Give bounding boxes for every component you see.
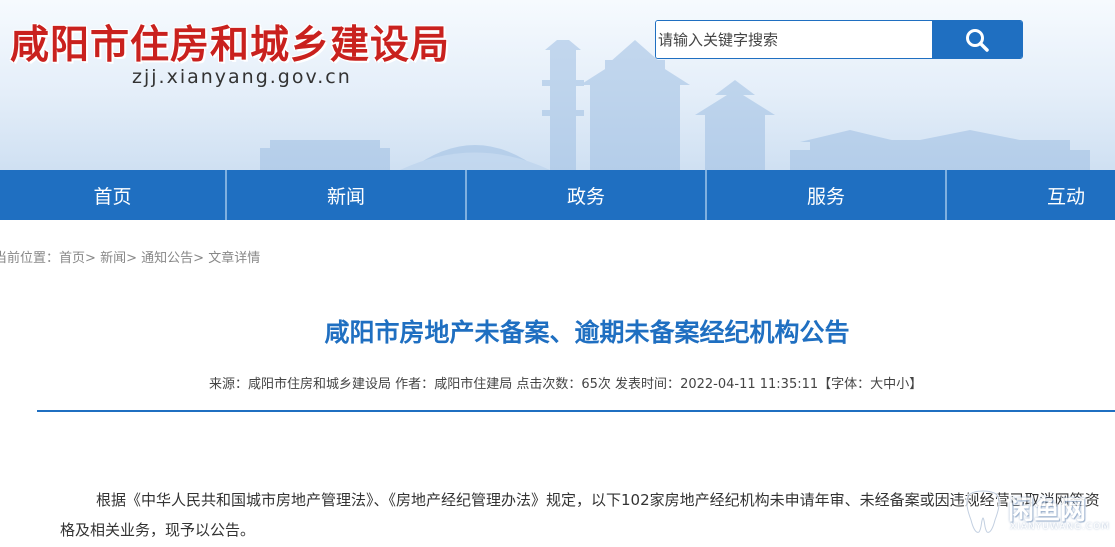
breadcrumb-item-news[interactable]: 新闻	[100, 251, 126, 266]
nav-item-home[interactable]: 首页	[0, 170, 227, 220]
breadcrumb-separator: >	[193, 251, 205, 266]
meta-source: 咸阳市住房和城乡建设局	[248, 377, 392, 392]
meta-font-end: 】	[909, 377, 923, 392]
font-size-large-button[interactable]: 大	[870, 377, 883, 392]
breadcrumb-item-current: 文章详情	[208, 251, 261, 266]
nav-item-affairs[interactable]: 政务	[467, 170, 707, 220]
watermark: 闲鱼网 XIANYUWANG.COM	[962, 488, 1112, 538]
nav-item-services[interactable]: 服务	[707, 170, 947, 220]
meta-views-label: 点击次数：	[516, 377, 582, 392]
article-body: 根据《中华人民共和国城市房地产管理法》、《房地产经纪管理办法》规定，以下102家…	[60, 491, 1100, 539]
breadcrumb-separator: >	[126, 251, 137, 266]
meta-font-label: 【字体：	[818, 377, 871, 392]
site-header: 咸阳市住房和城乡建设局 zjj.xianyang.gov.cn	[0, 0, 1115, 170]
search-button[interactable]	[932, 21, 1022, 58]
nav-item-interaction[interactable]: 互动	[947, 170, 1115, 220]
article-meta: 来源：咸阳市住房和城乡建设局 作者：咸阳市住建局 点击次数：65次 发表时间：2…	[209, 373, 922, 392]
meta-views: 65次	[581, 377, 611, 392]
main-nav: 首页 新闻 政务 服务 互动	[0, 170, 1115, 220]
meta-author: 咸阳市住建局	[434, 377, 513, 392]
breadcrumb-item-home[interactable]: 首页	[59, 251, 85, 266]
search-box	[655, 20, 1023, 59]
breadcrumb: 当前位置：首页> 新闻> 通知公告> 文章详情	[0, 247, 260, 266]
breadcrumb-item-notices[interactable]: 通知公告	[141, 251, 193, 266]
search-icon	[966, 28, 989, 52]
search-input[interactable]	[656, 21, 932, 58]
title-divider	[37, 410, 1115, 412]
tooth-logo-icon	[965, 489, 1001, 534]
font-size-small-button[interactable]: 小	[896, 377, 909, 392]
watermark-url: XIANYUWANG.COM	[1010, 522, 1111, 532]
nav-item-news[interactable]: 新闻	[227, 170, 467, 220]
breadcrumb-separator: >	[85, 251, 96, 266]
meta-time: 2022-04-11 11:35:11	[680, 377, 819, 392]
meta-source-label: 来源：	[209, 377, 249, 392]
breadcrumb-prefix: 当前位置：	[0, 251, 60, 266]
font-size-medium-button[interactable]: 中	[883, 377, 896, 392]
meta-author-label: 作者：	[395, 377, 435, 392]
meta-time-label: 发表时间：	[615, 377, 681, 392]
city-skyline-illustration	[260, 40, 1090, 170]
article-title: 咸阳市房地产未备案、逾期未备案经纪机构公告	[324, 318, 850, 347]
